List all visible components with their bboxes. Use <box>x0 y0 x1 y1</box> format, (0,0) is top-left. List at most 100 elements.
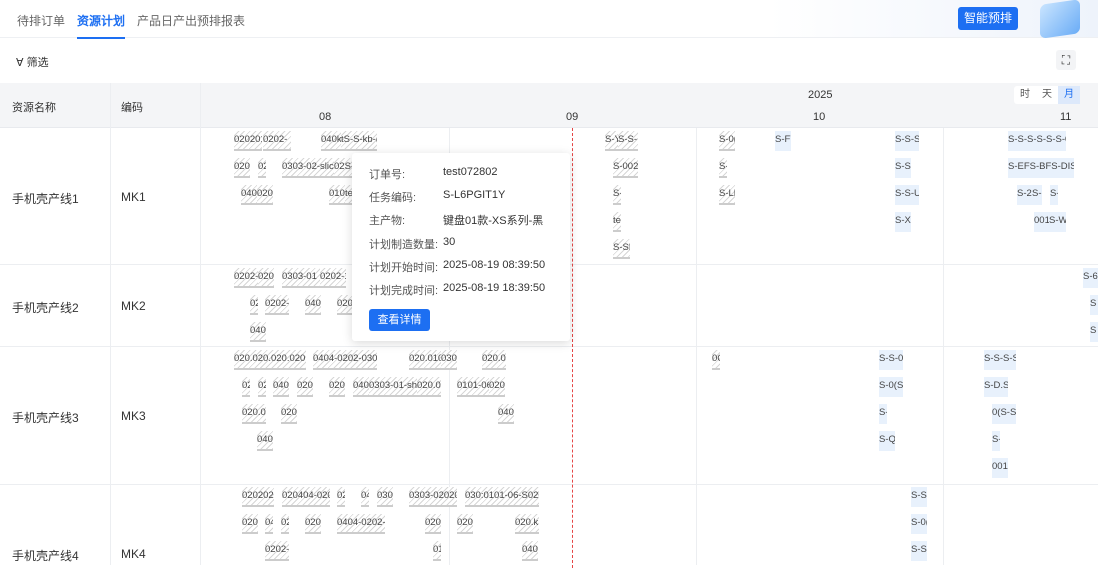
task-bar[interactable]: 020 <box>242 514 258 534</box>
task-bar[interactable]: S-6 <box>1083 268 1098 288</box>
task-bar[interactable]: 0202010 <box>234 131 262 151</box>
task-bar[interactable]: 020.04 <box>482 350 506 370</box>
task-bar[interactable]: S-S-0( <box>879 350 903 370</box>
view-details-button[interactable]: 查看详情 <box>369 309 430 331</box>
task-bar[interactable]: 0101-06 <box>457 377 489 397</box>
task-bar[interactable]: 020.02 <box>417 377 441 397</box>
task-bar[interactable]: 020404-020 <box>282 487 330 507</box>
task-bar[interactable]: 020 <box>281 404 297 424</box>
task-bar[interactable]: S-S-UI <box>895 185 919 205</box>
task-bar[interactable]: 0202-13 <box>320 268 346 288</box>
task-bar[interactable]: S-Y <box>605 131 618 151</box>
task-bar[interactable]: 04 <box>265 514 273 534</box>
task-bar[interactable]: S-LF <box>719 185 735 205</box>
task-bar[interactable]: 020 <box>457 514 473 534</box>
task-bar[interactable]: 0202- <box>265 295 289 315</box>
task-bar[interactable]: S-Q <box>879 431 895 451</box>
task-bar[interactable]: S-X\ <box>895 212 911 232</box>
task-bar[interactable]: 0404-0202-030 <box>313 350 377 370</box>
scale-day[interactable]: 天 <box>1036 86 1058 104</box>
task-bar[interactable]: S-S-S-S- <box>984 350 1016 370</box>
task-bar[interactable]: S-0( <box>911 514 927 534</box>
task-bar[interactable]: 040 <box>498 404 514 424</box>
task-bar[interactable]: 020.kE <box>515 514 539 534</box>
task-bar[interactable]: 020 <box>297 377 313 397</box>
task-bar[interactable]: S-S-S- <box>895 131 919 151</box>
task-bar[interactable]: te <box>613 212 621 232</box>
task-bar[interactable]: 040 <box>257 431 273 451</box>
task-bar[interactable]: S- <box>1032 185 1042 205</box>
task-bar[interactable]: 02 <box>281 514 289 534</box>
task-bar[interactable]: S-0(S- <box>879 377 903 397</box>
task-bar[interactable]: 030 <box>441 350 457 370</box>
task-bar[interactable]: S-S- <box>911 541 927 561</box>
task-bar[interactable]: S <box>1090 295 1098 315</box>
task-bar[interactable]: S-S-S-S-S-S-01 <box>1008 131 1066 151</box>
task-bar[interactable]: S- <box>613 185 621 205</box>
task-bar[interactable]: S-F7 <box>775 131 791 151</box>
task-bar[interactable]: 001 <box>1034 212 1049 232</box>
scale-hour[interactable]: 时 <box>1014 86 1036 104</box>
task-bar[interactable]: 030:0101-06-S0204 <box>465 487 539 507</box>
task-bar[interactable]: 020 <box>329 377 345 397</box>
task-bar[interactable]: 020.010 <box>409 350 441 370</box>
task-bar[interactable]: S-D.S- <box>984 377 1008 397</box>
task-bar[interactable]: S-0( <box>719 131 735 151</box>
task-bar[interactable]: 0202- <box>265 541 289 561</box>
task-bar[interactable]: 0303-02-slic <box>282 158 334 178</box>
task-bar[interactable]: 020. <box>258 268 274 288</box>
task-bar[interactable]: tS-S-kb-( <box>341 131 377 151</box>
task-bar[interactable]: S-EFS-BFS-DIS-M <box>1008 158 1074 178</box>
task-bar[interactable]: 020 <box>337 295 353 315</box>
task-bar[interactable]: 02S-4\ <box>334 158 354 178</box>
task-bar[interactable]: 020.01 <box>242 404 266 424</box>
tab-pending-orders[interactable]: 待排订单 <box>17 12 65 29</box>
task-bar[interactable]: 020 <box>489 377 505 397</box>
task-bar[interactable]: 020 <box>305 514 321 534</box>
task-bar[interactable]: 02 <box>337 487 345 507</box>
task-bar[interactable]: 02 <box>242 377 250 397</box>
task-bar[interactable]: 02 <box>258 377 266 397</box>
task-bar[interactable]: 020.020.020.020. <box>234 350 306 370</box>
task-bar[interactable]: S-W <box>1049 212 1066 232</box>
task-bar[interactable]: 0(S-S7 <box>992 404 1016 424</box>
task-bar[interactable]: S-S- <box>911 487 927 507</box>
task-bar[interactable]: 020. <box>234 158 250 178</box>
task-bar[interactable]: 040k <box>321 131 341 151</box>
task-bar[interactable]: 040 <box>305 295 321 315</box>
task-bar[interactable]: S- <box>992 431 1000 451</box>
task-bar[interactable]: 040 <box>522 541 538 561</box>
task-bar[interactable]: S-2! <box>1017 185 1032 205</box>
task-bar[interactable]: 010 <box>329 185 345 205</box>
task-bar[interactable]: 0404-0202- <box>337 514 385 534</box>
task-bar[interactable]: 040 <box>353 377 369 397</box>
task-bar[interactable]: 040 <box>250 322 266 342</box>
task-bar[interactable]: S <box>1090 322 1098 342</box>
task-bar[interactable]: S-SF <box>613 239 630 259</box>
task-bar[interactable]: 020 <box>425 514 441 534</box>
task-bar[interactable]: 01 <box>433 541 441 561</box>
task-bar[interactable]: 0C <box>712 350 720 370</box>
task-bar[interactable]: S- <box>1050 185 1058 205</box>
task-bar[interactable]: 0303-020202 <box>409 487 457 507</box>
task-bar[interactable]: 02 <box>250 295 258 315</box>
task-bar[interactable]: S- <box>879 404 887 424</box>
task-bar[interactable]: 0303-01 <box>282 268 320 288</box>
tab-resource-plan[interactable]: 资源计划 <box>77 12 126 39</box>
fullscreen-icon[interactable]: ⛶ <box>1056 50 1076 70</box>
smart-schedule-button[interactable]: 智能预排 <box>958 7 1018 30</box>
task-bar[interactable]: 02 <box>258 158 266 178</box>
task-bar[interactable]: 040 <box>273 377 289 397</box>
task-bar[interactable]: 0202- <box>263 131 291 151</box>
task-bar[interactable]: S-S- <box>895 158 911 178</box>
task-bar[interactable]: 040 <box>241 185 257 205</box>
task-bar[interactable]: 04 <box>361 487 369 507</box>
task-bar[interactable]: 020. <box>257 185 273 205</box>
task-bar[interactable]: 001( <box>992 458 1008 478</box>
task-bar[interactable]: S-S- <box>618 131 638 151</box>
task-bar[interactable]: 0303-01-sh <box>369 377 417 397</box>
task-bar[interactable]: 0202- <box>234 268 258 288</box>
task-bar[interactable]: S-002 <box>613 158 638 178</box>
filter-button[interactable]: ∀ 筛选 <box>16 54 49 70</box>
task-bar[interactable]: 0202020 <box>242 487 274 507</box>
